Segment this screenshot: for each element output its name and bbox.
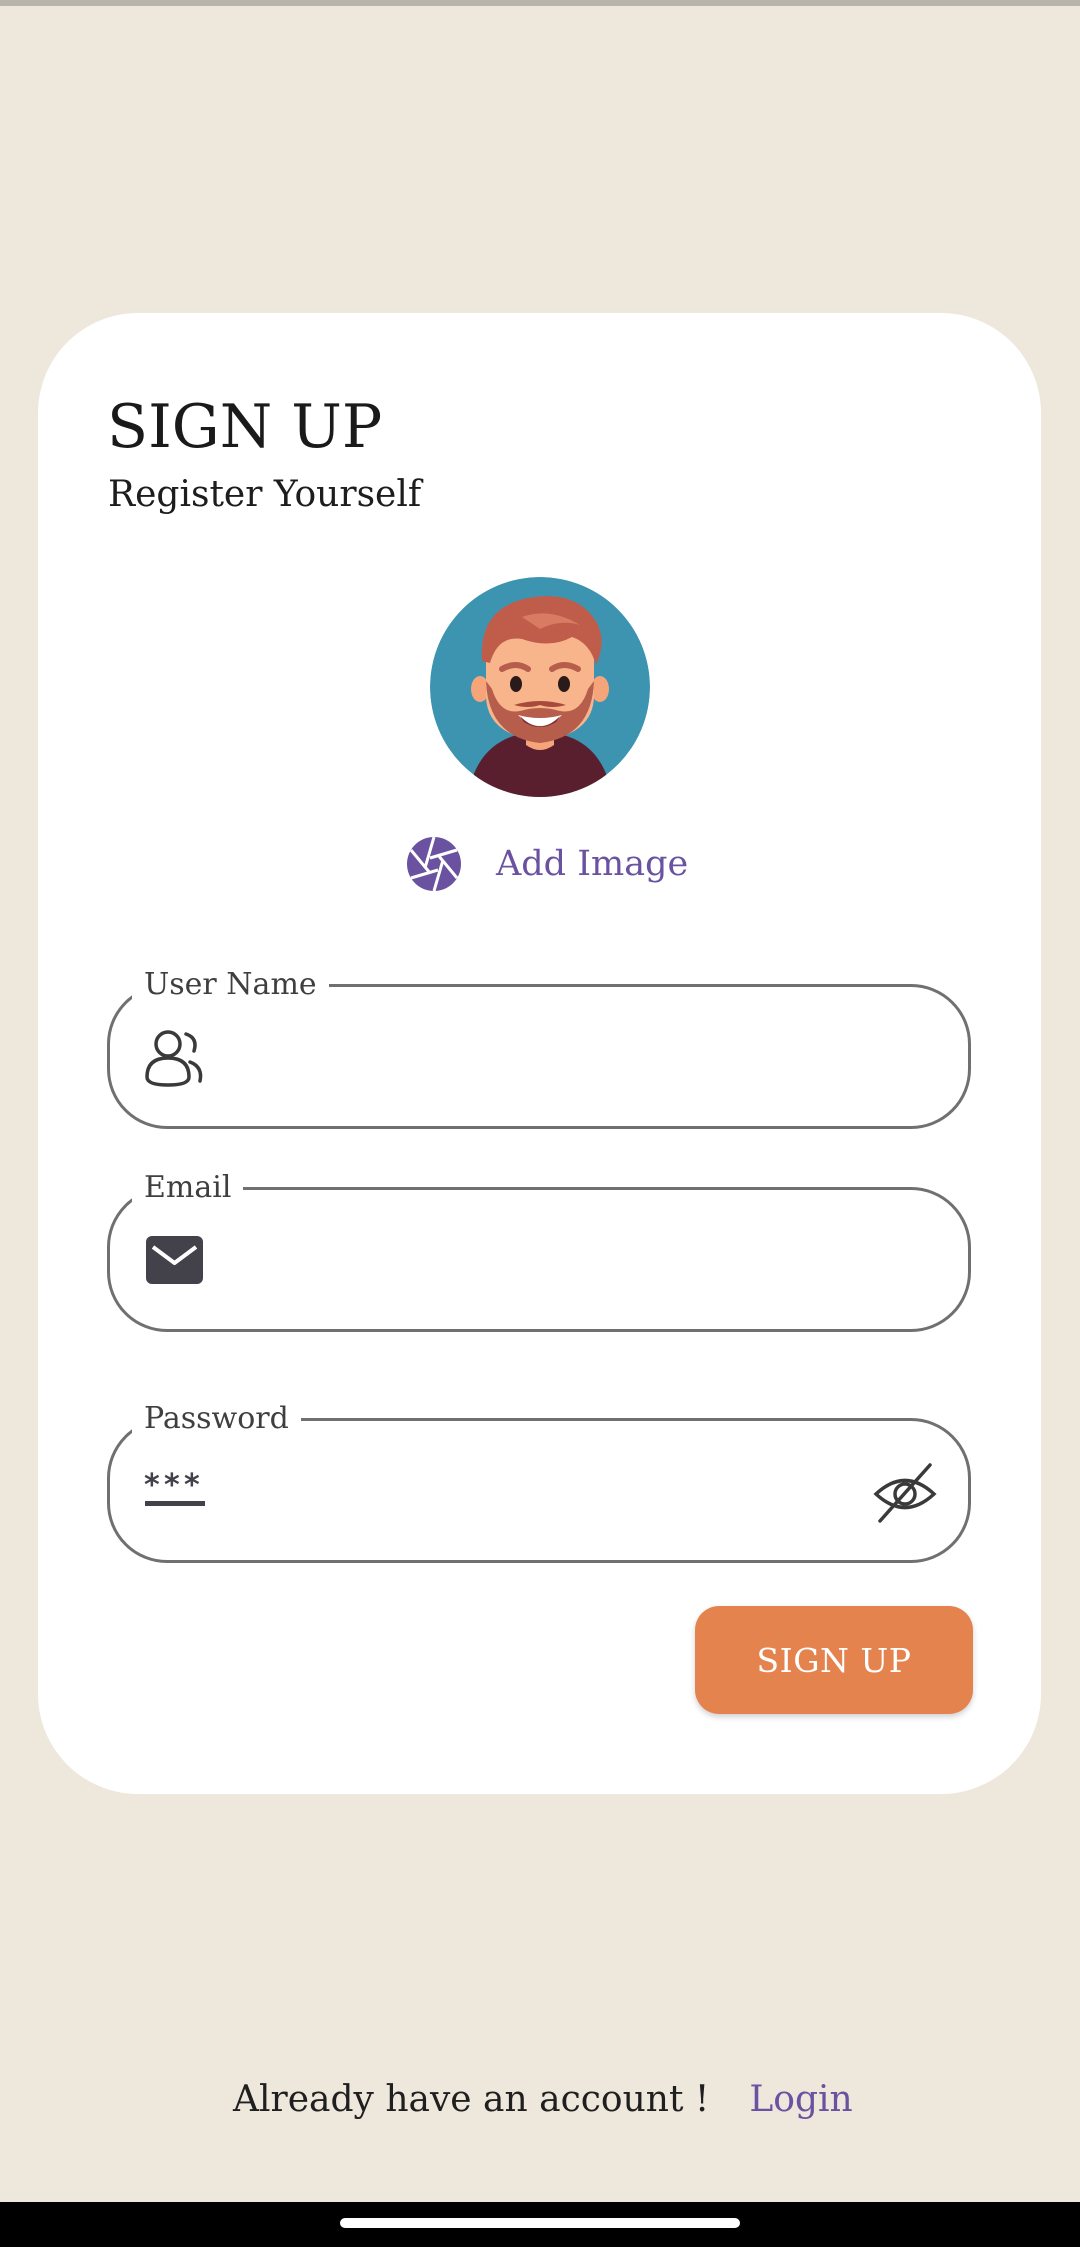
- envelope-icon: [146, 1236, 203, 1284]
- page-subtitle: Register Yourself: [108, 474, 422, 515]
- signup-button[interactable]: SIGN UP: [695, 1606, 973, 1714]
- username-field[interactable]: User Name: [107, 965, 971, 1129]
- camera-aperture-icon: [407, 836, 461, 892]
- navigation-bar: [0, 2202, 1080, 2247]
- status-bar-strip: [0, 0, 1080, 6]
- username-input[interactable]: [230, 1017, 834, 1099]
- username-label: User Name: [132, 965, 329, 1005]
- avatar-illustration: [430, 577, 650, 797]
- page-title: SIGN UP: [107, 392, 383, 462]
- account-prompt-text: Already have an account !: [233, 2078, 710, 2120]
- password-label: Password: [132, 1399, 301, 1439]
- svg-text:*: *: [184, 1468, 200, 1503]
- email-input[interactable]: [230, 1220, 834, 1302]
- avatar-image[interactable]: [430, 577, 650, 797]
- login-link[interactable]: Login: [749, 2079, 852, 2120]
- email-label: Email: [132, 1168, 244, 1208]
- password-field[interactable]: Password * * *: [107, 1399, 971, 1563]
- email-field[interactable]: Email: [107, 1168, 971, 1332]
- home-gesture-handle[interactable]: [340, 2218, 740, 2228]
- svg-text:*: *: [164, 1468, 180, 1503]
- add-image-button[interactable]: Add Image: [406, 836, 688, 892]
- users-icon: [145, 1030, 203, 1087]
- add-image-label: Add Image: [496, 844, 689, 884]
- password-icon: * * *: [144, 1468, 205, 1506]
- password-input[interactable]: [230, 1451, 814, 1533]
- svg-text:*: *: [144, 1468, 160, 1503]
- login-prompt-row: Already have an account ! Login: [233, 2074, 853, 2124]
- eye-off-icon[interactable]: [872, 1461, 938, 1527]
